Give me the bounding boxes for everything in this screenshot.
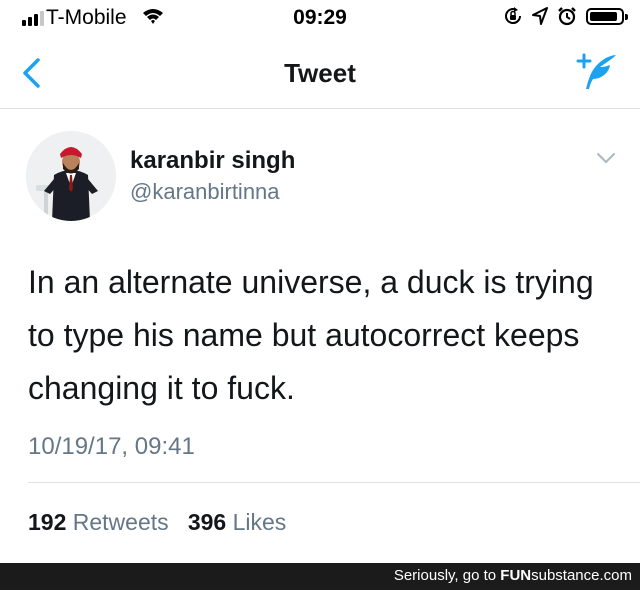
chevron-down-icon[interactable]	[594, 149, 618, 167]
navigation-bar: Tweet	[0, 36, 640, 109]
battery-icon	[586, 7, 628, 25]
status-bar: T-Mobile 09:29	[0, 0, 640, 36]
battery-level	[590, 11, 617, 21]
tweet-timestamp: 10/19/17, 09:41	[28, 433, 195, 460]
tweet-stats: 192 Retweets 396 Likes	[28, 509, 286, 536]
alarm-icon	[558, 7, 576, 26]
likes-label: Likes	[232, 509, 287, 535]
orientation-lock-icon	[505, 7, 522, 25]
author-handle[interactable]: @karanbirtinna	[130, 179, 280, 205]
tweet-text: In an alternate universe, a duck is tryi…	[28, 264, 594, 406]
location-icon	[532, 7, 548, 25]
retweets-label: Retweets	[72, 509, 169, 535]
watermark-bar: Seriously, go to FUNsubstance.com	[0, 563, 640, 590]
author-display-name[interactable]: karanbir singh	[130, 147, 295, 175]
watermark-text: Seriously, go to FUNsubstance.com	[394, 567, 632, 584]
retweets-count: 192	[28, 509, 67, 535]
compose-tweet-icon[interactable]	[574, 50, 620, 92]
watermark-site-rest: substance.com	[531, 567, 632, 584]
likes-link[interactable]: 396 Likes	[188, 509, 286, 535]
watermark-site-fun: FUN	[500, 567, 532, 584]
divider	[28, 482, 640, 483]
likes-count: 396	[187, 509, 227, 535]
watermark-prefix: Seriously, go to	[393, 567, 497, 584]
avatar[interactable]	[26, 131, 116, 221]
retweets-link[interactable]: 192 Retweets	[28, 509, 175, 535]
page-title: Tweet	[284, 58, 356, 88]
